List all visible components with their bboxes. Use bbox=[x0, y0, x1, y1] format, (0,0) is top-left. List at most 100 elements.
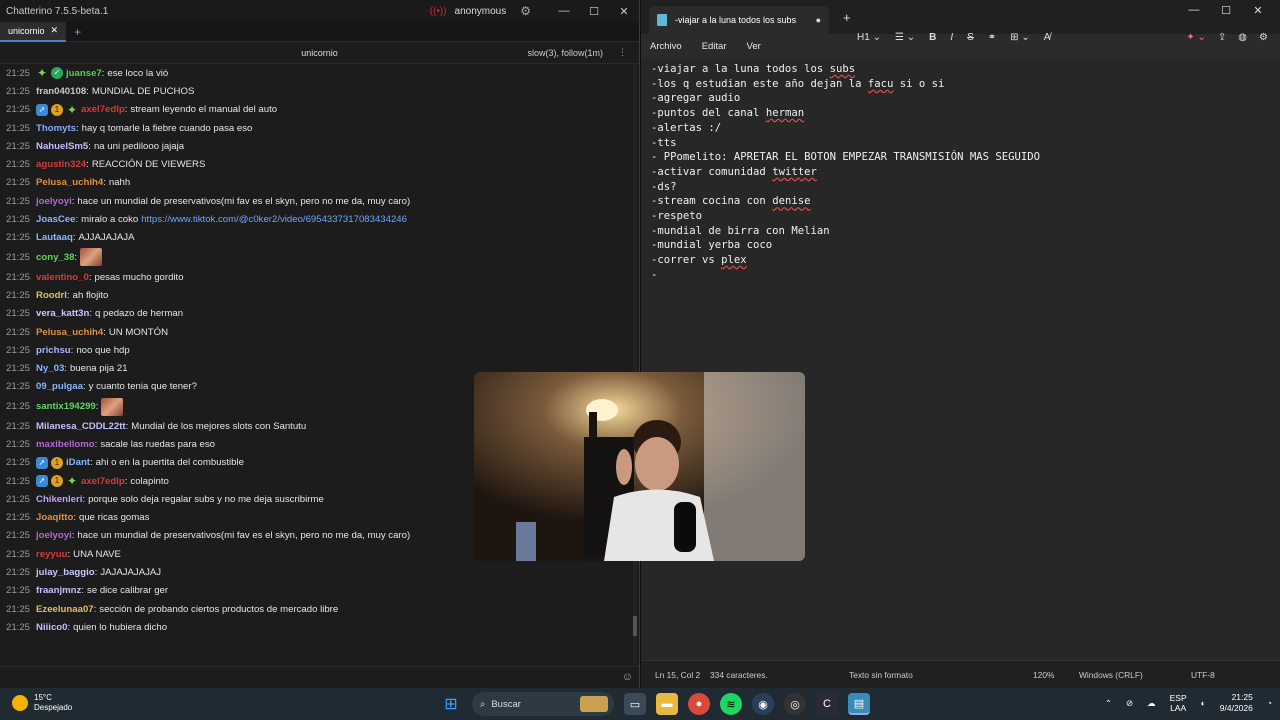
chat-message[interactable]: 21:25 fraanjmnz: se dice calibrar ger bbox=[6, 582, 639, 600]
message-username[interactable]: julay_baggio bbox=[36, 567, 95, 578]
message-username[interactable]: JoasCee bbox=[36, 214, 75, 225]
emoji-icon[interactable]: ☺ bbox=[622, 671, 633, 683]
unsaved-dot-icon[interactable]: ● bbox=[816, 15, 821, 25]
steam-icon[interactable]: ◉ bbox=[752, 693, 774, 715]
chat-input[interactable]: ☺ bbox=[0, 666, 639, 688]
message-username[interactable]: juanse7 bbox=[66, 68, 102, 79]
chat-message[interactable]: 21:25 JoasCee: miralo a coko https://www.t… bbox=[6, 210, 639, 228]
message-username[interactable]: reyyuu bbox=[36, 549, 67, 560]
moderator-badge-icon[interactable]: ➚ bbox=[36, 456, 49, 469]
chat-message[interactable]: 21:25 Roodrl: ah flojito bbox=[6, 286, 639, 304]
encoding[interactable]: UTF-8 bbox=[1191, 670, 1215, 680]
close-icon[interactable]: ✕ bbox=[51, 25, 59, 36]
chat-scrollbar[interactable] bbox=[633, 64, 637, 664]
sub-badge-icon[interactable]: 1 bbox=[51, 456, 64, 469]
editor-line[interactable]: - PPomelito: APRETAR EL BOTON EMPEZAR TR… bbox=[651, 150, 1270, 165]
sparkle-badge-icon[interactable]: ✦ bbox=[66, 475, 78, 487]
chat-message[interactable]: 21:25 vera_katt3n: q pedazo de herman bbox=[6, 305, 639, 323]
message-username[interactable]: Milanesa_CDDL22tt bbox=[36, 421, 126, 432]
message-username[interactable]: joelyoyi bbox=[36, 196, 72, 207]
editor-line[interactable]: -respeto bbox=[651, 209, 1270, 224]
editor-line[interactable]: -los q estudian este año dejan la facu s… bbox=[651, 77, 1270, 92]
list-icon[interactable]: ☰ ⌄ bbox=[895, 32, 915, 43]
chat-message[interactable]: 21:25 agustin324: REACCIÓN DE VIEWERS bbox=[6, 155, 639, 173]
menu-ver[interactable]: Ver bbox=[747, 41, 761, 52]
message-username[interactable]: vera_katt3n bbox=[36, 308, 89, 319]
message-username[interactable]: Joaqitto bbox=[36, 512, 73, 523]
chrome-icon[interactable]: ● bbox=[688, 693, 710, 715]
link-icon[interactable]: ⚭ bbox=[988, 32, 996, 43]
message-username[interactable]: fraanjmnz bbox=[36, 585, 81, 596]
chat-message[interactable]: 21:25 ✦ ✓ juanse7: ese loco la vió bbox=[6, 64, 639, 82]
message-username[interactable]: joelyoyi bbox=[36, 530, 72, 541]
message-username[interactable]: maxibellomo bbox=[36, 439, 95, 450]
tab-unicornio[interactable]: unicornio ✕ bbox=[0, 21, 67, 42]
message-username[interactable]: axel7edlp bbox=[81, 104, 125, 115]
menu-editar[interactable]: Editar bbox=[702, 41, 727, 52]
task-view-icon[interactable]: ▭ bbox=[624, 693, 646, 715]
message-username[interactable]: axel7edlp bbox=[81, 476, 125, 487]
network-off-icon[interactable]: ⊘ bbox=[1126, 698, 1133, 709]
message-link[interactable]: https://www.tiktok.com/@c0ker2/video/695… bbox=[141, 214, 407, 225]
weather-widget[interactable]: 15°C Despejado bbox=[12, 693, 72, 713]
more-options-icon[interactable]: ⋮ bbox=[618, 47, 627, 58]
message-username[interactable]: NahuelSm5 bbox=[36, 141, 88, 152]
editor-line[interactable]: -tts bbox=[651, 136, 1270, 151]
message-username[interactable]: agustin324 bbox=[36, 159, 86, 170]
maximize-button[interactable]: ☐ bbox=[579, 5, 609, 18]
editor-line[interactable]: -ds? bbox=[651, 180, 1270, 195]
clear-format-icon[interactable]: A̸ bbox=[1044, 32, 1051, 43]
emote-image[interactable] bbox=[80, 248, 103, 267]
editor-line[interactable]: -correr vs plex bbox=[651, 253, 1270, 268]
chat-message[interactable]: 21:25 cony_38: bbox=[6, 247, 639, 268]
editor-line[interactable]: - bbox=[651, 268, 1270, 283]
chat-message[interactable]: 21:25 Pelusa_uchih4: nahh bbox=[6, 174, 639, 192]
chat-message[interactable]: 21:25 prichsu: noo que hdp bbox=[6, 341, 639, 359]
clock[interactable]: 21:25 9/4/2026 bbox=[1220, 692, 1253, 714]
message-username[interactable]: prichsu bbox=[36, 345, 71, 356]
chat-message[interactable]: 21:25 joelyoyi: hace un mundial de preserv… bbox=[6, 192, 639, 210]
file-explorer-icon[interactable]: ▬ bbox=[656, 693, 678, 715]
chat-message[interactable]: 21:25 Pelusa_uchih4: UN MONTÓN bbox=[6, 323, 639, 341]
chat-message[interactable]: 21:25 ➚ 1 ✦ axel7edlp: stream leyendo el manu… bbox=[6, 101, 639, 119]
chevron-up-icon[interactable]: ⌃ bbox=[1105, 698, 1112, 709]
notepad-editor[interactable]: -viajar a la luna todos los subs -los q e… bbox=[641, 58, 1280, 660]
editor-line[interactable]: -mundial de birra con Melian bbox=[651, 224, 1270, 239]
message-username[interactable]: Lautaaq bbox=[36, 232, 73, 243]
editor-line[interactable]: -activar comunidad twitter bbox=[651, 165, 1270, 180]
message-username[interactable]: iDant bbox=[66, 457, 90, 468]
chatterino-icon[interactable]: C bbox=[816, 693, 838, 715]
editor-line[interactable]: -puntos del canal herman bbox=[651, 106, 1270, 121]
menu-archivo[interactable]: Archivo bbox=[650, 41, 682, 52]
cloud-icon[interactable]: ☁ bbox=[1147, 698, 1156, 709]
editor-line[interactable]: -viajar a la luna todos los subs bbox=[651, 62, 1270, 77]
obs-icon[interactable]: ◎ bbox=[784, 693, 806, 715]
message-username[interactable]: Ezeelunaa07 bbox=[36, 604, 94, 615]
chat-message[interactable]: 21:25 Thomyts: hay q tomarle la fiebre cua… bbox=[6, 119, 639, 137]
message-username[interactable]: Thomyts bbox=[36, 123, 76, 134]
taskbar-search[interactable]: ⌕ Buscar bbox=[472, 692, 614, 716]
chat-message[interactable]: 21:25 Lautaaq: AJJAJAJAJA bbox=[6, 229, 639, 247]
chat-message[interactable]: 21:25 Ezeelunaa07: sección de probando cie… bbox=[6, 600, 639, 618]
message-username[interactable]: santix194299 bbox=[36, 401, 96, 412]
maximize-button[interactable]: ☐ bbox=[1210, 4, 1242, 17]
italic-icon[interactable]: I bbox=[950, 32, 953, 43]
message-username[interactable]: Pelusa_uchih4 bbox=[36, 177, 103, 188]
language-indicator[interactable]: ESP LAA bbox=[1170, 693, 1187, 713]
editor-line[interactable]: -mundial yerba coco bbox=[651, 238, 1270, 253]
message-username[interactable]: cony_38 bbox=[36, 252, 74, 263]
message-username[interactable]: valentino_0 bbox=[36, 272, 89, 283]
volume-icon[interactable]: ◐ bbox=[1201, 698, 1206, 708]
spotify-icon[interactable]: ≋ bbox=[720, 693, 742, 715]
sparkle-badge-icon[interactable]: ✦ bbox=[36, 67, 48, 79]
chat-message-list[interactable]: 21:25 ✦ ✓ juanse7: ese loco la vió 21:25 fran0… bbox=[0, 64, 639, 664]
add-tab-button[interactable]: + bbox=[74, 25, 81, 39]
minimize-button[interactable]: — bbox=[1178, 4, 1210, 17]
moderator-badge-icon[interactable]: ➚ bbox=[36, 475, 49, 488]
new-tab-button[interactable]: + bbox=[843, 10, 851, 25]
message-username[interactable]: Niiico0 bbox=[36, 622, 67, 633]
settings-icon[interactable]: ⚙ bbox=[1259, 32, 1268, 43]
close-button[interactable]: ✕ bbox=[1242, 4, 1274, 17]
chat-message[interactable]: 21:25 valentino_0: pesas mucho gordito bbox=[6, 268, 639, 286]
chat-message[interactable]: 21:25 NahuelSm5: na uni pedilooo jajaja bbox=[6, 137, 639, 155]
